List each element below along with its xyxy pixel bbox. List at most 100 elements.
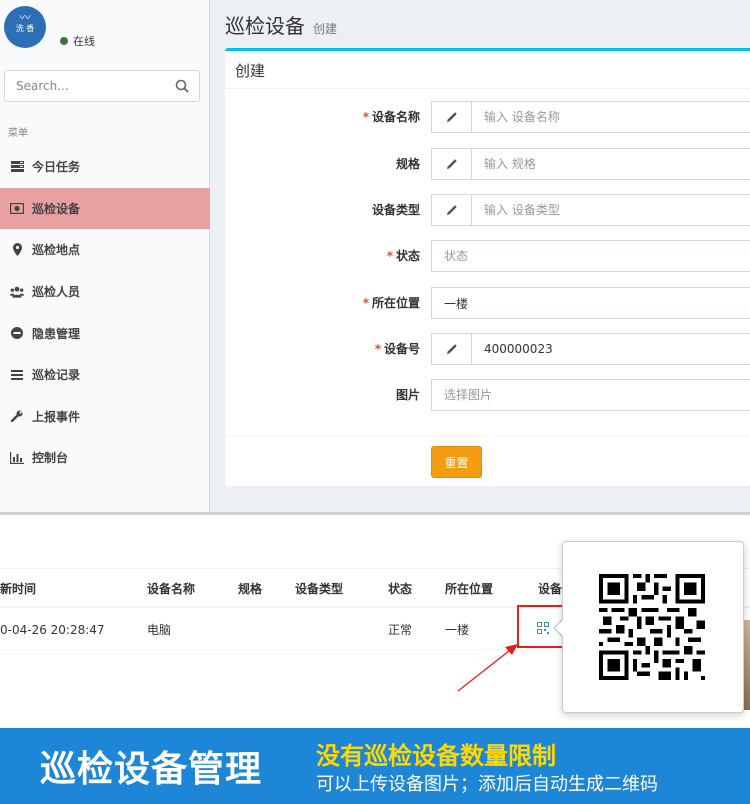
qrcode-image bbox=[599, 574, 705, 680]
users-icon bbox=[10, 285, 24, 299]
sidebar-item-report-event[interactable]: 上报事件 bbox=[0, 396, 210, 438]
search-input[interactable] bbox=[5, 71, 165, 101]
required-marker: * bbox=[374, 342, 381, 356]
form-row-device-type: 设备类型 bbox=[225, 194, 750, 226]
minus-circle-icon bbox=[10, 326, 24, 340]
map-marker-icon bbox=[10, 243, 24, 257]
sidebar-item-label: 巡检设备 bbox=[32, 201, 81, 216]
sidebar-item-label: 隐患管理 bbox=[32, 326, 81, 341]
banner-highlight: 没有巡检设备数量限制 bbox=[316, 742, 556, 770]
reset-button[interactable]: 重置 bbox=[431, 446, 482, 478]
pencil-icon bbox=[432, 195, 472, 225]
form-row-device-number: * 设备号 bbox=[225, 333, 750, 365]
column-header-status[interactable]: 状态 bbox=[388, 569, 412, 609]
tasks-icon bbox=[10, 160, 24, 174]
arrow-pointer-icon bbox=[457, 644, 518, 692]
form-row-device-name: * 设备名称 bbox=[225, 101, 750, 133]
device-table-screenshot: 新时间 设备名称 规格 设备类型 状态 所在位置 设备 0-04-26 20:2… bbox=[0, 520, 750, 728]
form-header: 创建 bbox=[225, 51, 750, 89]
pencil-icon bbox=[432, 149, 472, 179]
form-row-status: * 状态 bbox=[225, 240, 750, 272]
required-marker: * bbox=[362, 296, 369, 310]
column-header-device[interactable]: 设备 bbox=[538, 569, 562, 609]
sidebar-menu: 今日任务 巡检设备 巡检地点 巡检人员 隐患管理 巡检记录 上报事件 控制台 bbox=[0, 146, 210, 479]
avatar[interactable]: 〰 洗 香 bbox=[4, 6, 46, 48]
device-photo-edge bbox=[744, 620, 750, 710]
popover-arrow-inner bbox=[555, 619, 564, 637]
field-group bbox=[431, 240, 750, 272]
field-label: 规格 bbox=[395, 157, 420, 171]
avatar-text: 洗 香 bbox=[15, 24, 35, 33]
form-row-spec: 规格 bbox=[225, 148, 750, 180]
device-type-input[interactable] bbox=[472, 195, 750, 225]
required-marker: * bbox=[386, 249, 393, 263]
online-status: 在线 bbox=[60, 33, 95, 49]
form-footer: 重置 bbox=[225, 435, 750, 489]
status-text: 在线 bbox=[73, 35, 95, 48]
field-group bbox=[431, 333, 750, 365]
column-header-time[interactable]: 新时间 bbox=[0, 569, 36, 609]
column-header-type[interactable]: 设备类型 bbox=[295, 569, 343, 609]
field-group bbox=[431, 194, 750, 226]
search-icon[interactable] bbox=[175, 79, 189, 93]
image-picker-input[interactable] bbox=[432, 380, 750, 410]
banner-description: 可以上传设备图片；添加后自动生成二维码 bbox=[316, 774, 658, 795]
avatar-emblem-icon: 〰 bbox=[19, 11, 31, 24]
create-form-box: 创建 *设备名称 规格 设备类型 bbox=[225, 48, 750, 486]
field-group bbox=[431, 101, 750, 133]
cell-name: 电脑 bbox=[147, 623, 172, 637]
status-input[interactable] bbox=[432, 241, 750, 271]
admin-screenshot: 〰 洗 香 在线 菜单 今日任务 bbox=[0, 0, 750, 512]
field-group bbox=[431, 148, 750, 180]
sidebar-item-hazards[interactable]: 隐患管理 bbox=[0, 312, 210, 354]
form-row-location: * 所在位置 bbox=[225, 287, 750, 319]
sidebar-item-label: 上报事件 bbox=[32, 409, 81, 424]
sidebar-item-label: 巡检记录 bbox=[32, 368, 81, 383]
page-subtitle: 创建 bbox=[313, 22, 338, 36]
field-label: * 所在位置 bbox=[362, 296, 420, 310]
sidebar-item-today-tasks[interactable]: 今日任务 bbox=[0, 146, 210, 188]
location-select[interactable] bbox=[432, 288, 750, 318]
field-label: * 设备名称 bbox=[362, 110, 420, 124]
bar-chart-icon bbox=[10, 451, 24, 465]
sidebar-item-locations[interactable]: 巡检地点 bbox=[0, 229, 210, 271]
sidebar-search bbox=[4, 70, 200, 102]
field-label: * 设备号 bbox=[374, 342, 420, 356]
sidebar-item-label: 巡检地点 bbox=[32, 243, 81, 258]
cell-time: 0-04-26 20:28:47 bbox=[0, 623, 105, 637]
sidebar: 〰 洗 香 在线 菜单 今日任务 bbox=[0, 0, 210, 512]
promo-banner: 巡检设备管理 没有巡检设备数量限制 可以上传设备图片；添加后自动生成二维码 bbox=[0, 728, 750, 804]
sidebar-item-dashboard[interactable]: 控制台 bbox=[0, 437, 210, 479]
device-icon bbox=[10, 201, 24, 215]
status-dot-icon bbox=[60, 37, 68, 45]
menu-header: 菜单 bbox=[8, 128, 28, 139]
spec-input[interactable] bbox=[472, 149, 750, 179]
device-number-input[interactable] bbox=[472, 334, 750, 364]
page-root: 〰 洗 香 在线 菜单 今日任务 bbox=[0, 0, 750, 804]
list-icon bbox=[10, 368, 24, 382]
sidebar-item-records[interactable]: 巡检记录 bbox=[0, 354, 210, 396]
required-marker: * bbox=[362, 110, 369, 124]
page-title-text: 巡检设备 bbox=[225, 14, 305, 38]
column-header-spec[interactable]: 规格 bbox=[238, 569, 262, 609]
sidebar-item-label: 控制台 bbox=[32, 451, 69, 466]
page-title: 巡检设备 创建 bbox=[225, 10, 337, 39]
field-group bbox=[431, 287, 750, 319]
field-label: * 状态 bbox=[386, 249, 420, 263]
cell-status: 正常 bbox=[388, 623, 413, 637]
wrench-icon bbox=[10, 409, 24, 423]
device-name-input[interactable] bbox=[472, 102, 750, 132]
sidebar-item-devices[interactable]: 巡检设备 bbox=[0, 187, 210, 230]
field-label: 设备类型 bbox=[371, 203, 420, 217]
pencil-icon bbox=[432, 334, 472, 364]
banner-title: 巡检设备管理 bbox=[40, 749, 263, 790]
column-header-location[interactable]: 所在位置 bbox=[445, 569, 493, 609]
sidebar-item-label: 巡检人员 bbox=[32, 285, 81, 300]
form-row-image: 图片 bbox=[225, 379, 750, 411]
sidebar-item-staff[interactable]: 巡检人员 bbox=[0, 271, 210, 313]
field-group bbox=[431, 379, 750, 411]
field-label: 图片 bbox=[395, 388, 420, 402]
sidebar-item-label: 今日任务 bbox=[32, 160, 81, 175]
pencil-icon bbox=[432, 102, 472, 132]
column-header-name[interactable]: 设备名称 bbox=[147, 569, 195, 609]
